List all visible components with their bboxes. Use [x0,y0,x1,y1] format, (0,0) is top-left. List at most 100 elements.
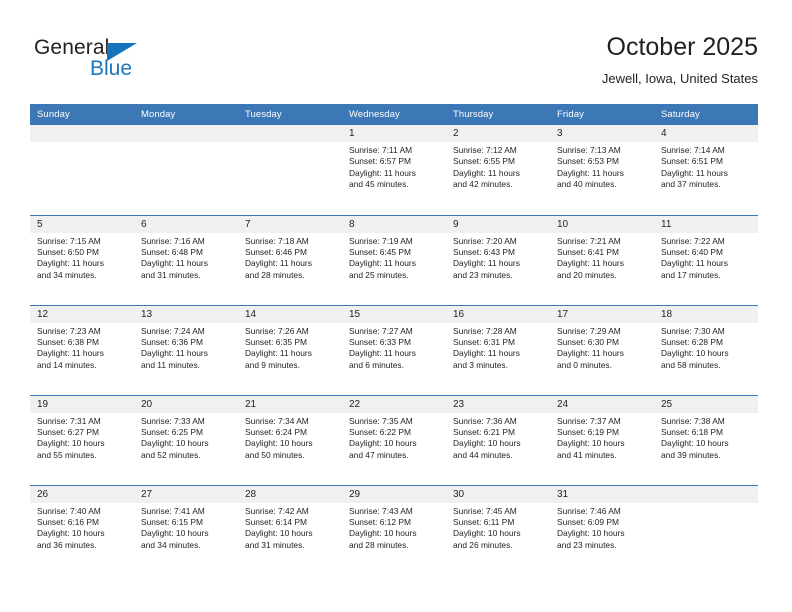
day-number: 2 [446,125,550,142]
day-sun-details: Sunrise: 7:35 AM Sunset: 6:22 PM Daylight:… [342,413,446,462]
day-detail-line: Sunset: 6:24 PM [245,426,307,437]
calendar-day-cell[interactable]: 16 Sunrise: 7:28 AM Sunset: 6:31 PM Dayligh… [446,304,550,395]
day-detail-line: Sunrise: 7:22 AM [661,235,725,246]
day-number: 9 [446,215,550,233]
calendar-day-cell[interactable]: 21 Sunrise: 7:34 AM Sunset: 6:24 PM Dayligh… [238,394,342,485]
day-detail-line: Sunrise: 7:26 AM [245,325,309,336]
day-detail-line: Sunrise: 7:41 AM [141,505,205,516]
day-detail-line: Daylight: 10 hours [661,348,729,359]
day-box: 14 Sunrise: 7:26 AM Sunset: 6:35 PM Dayligh… [238,305,342,395]
day-detail-line: and 47 minutes. [349,449,409,460]
page-header: General Blue October 2025 Jewell, Iowa, … [0,0,792,100]
calendar-day-cell[interactable]: 24 Sunrise: 7:37 AM Sunset: 6:19 PM Dayligh… [550,394,654,485]
day-sun-details: Sunrise: 7:19 AM Sunset: 6:45 PM Daylight:… [342,233,446,282]
day-detail-line: Daylight: 11 hours [349,167,416,178]
day-detail-line: and 44 minutes. [453,449,513,460]
day-sun-details: Sunrise: 7:15 AM Sunset: 6:50 PM Daylight:… [30,233,134,282]
calendar-day-cell[interactable]: 18 Sunrise: 7:30 AM Sunset: 6:28 PM Dayligh… [654,304,758,395]
calendar-week-row: 12 Sunrise: 7:23 AM Sunset: 6:38 PM Dayligh… [30,304,758,395]
calendar-day-cell[interactable]: 6 Sunrise: 7:16 AM Sunset: 6:48 PM Daylight… [134,214,238,305]
day-detail-line: Sunrise: 7:30 AM [661,325,725,336]
calendar-day-cell[interactable]: 22 Sunrise: 7:35 AM Sunset: 6:22 PM Dayligh… [342,394,446,485]
day-detail-line: Sunrise: 7:35 AM [349,415,413,426]
day-box: 23 Sunrise: 7:36 AM Sunset: 6:21 PM Dayligh… [446,395,550,485]
calendar-day-cell[interactable]: 11 Sunrise: 7:22 AM Sunset: 6:40 PM Dayligh… [654,214,758,305]
calendar-day-cell[interactable]: 20 Sunrise: 7:33 AM Sunset: 6:25 PM Dayligh… [134,394,238,485]
calendar-day-cell[interactable]: 9 Sunrise: 7:20 AM Sunset: 6:43 PM Daylight… [446,214,550,305]
calendar-day-cell[interactable]: 5 Sunrise: 7:15 AM Sunset: 6:50 PM Daylight… [30,214,134,305]
day-detail-line: and 39 minutes. [661,449,721,460]
calendar-day-cell[interactable]: 23 Sunrise: 7:36 AM Sunset: 6:21 PM Dayligh… [446,394,550,485]
calendar-day-cell[interactable]: 2 Sunrise: 7:12 AM Sunset: 6:55 PM Daylight… [446,125,550,215]
calendar-day-cell[interactable]: 27 Sunrise: 7:41 AM Sunset: 6:15 PM Dayligh… [134,484,238,575]
day-number [654,485,758,503]
day-sun-details: Sunrise: 7:41 AM Sunset: 6:15 PM Daylight:… [134,503,238,552]
calendar-day-cell[interactable]: 8 Sunrise: 7:19 AM Sunset: 6:45 PM Daylight… [342,214,446,305]
day-detail-line: and 31 minutes. [245,539,305,550]
day-detail-line: Daylight: 10 hours [245,528,313,539]
day-detail-line: Sunrise: 7:43 AM [349,505,413,516]
day-box: 9 Sunrise: 7:20 AM Sunset: 6:43 PM Daylight… [446,215,550,305]
day-detail-line: Sunset: 6:41 PM [557,246,619,257]
calendar-day-cell[interactable]: 3 Sunrise: 7:13 AM Sunset: 6:53 PM Daylight… [550,125,654,215]
day-box: 10 Sunrise: 7:21 AM Sunset: 6:41 PM Dayligh… [550,215,654,305]
calendar-day-cell[interactable]: 12 Sunrise: 7:23 AM Sunset: 6:38 PM Dayligh… [30,304,134,395]
day-number: 5 [30,215,134,233]
day-detail-line: and 41 minutes. [557,449,617,460]
day-detail-line: Sunset: 6:12 PM [349,516,411,527]
day-number: 14 [238,305,342,323]
day-box: 17 Sunrise: 7:29 AM Sunset: 6:30 PM Dayligh… [550,305,654,395]
generalblue-logo[interactable]: General Blue [34,36,214,86]
calendar-day-cell[interactable]: 28 Sunrise: 7:42 AM Sunset: 6:14 PM Dayligh… [238,484,342,575]
day-sun-details: Sunrise: 7:46 AM Sunset: 6:09 PM Daylight:… [550,503,654,552]
day-detail-line: and 14 minutes. [37,359,97,370]
calendar-day-cell[interactable]: 17 Sunrise: 7:29 AM Sunset: 6:30 PM Dayligh… [550,304,654,395]
calendar-day-cell[interactable]: 13 Sunrise: 7:24 AM Sunset: 6:36 PM Dayligh… [134,304,238,395]
day-detail-line: Daylight: 11 hours [557,348,624,359]
day-detail-line: Sunset: 6:28 PM [661,336,723,347]
day-number: 4 [654,125,758,142]
day-detail-line: Daylight: 11 hours [557,258,624,269]
calendar-day-cell[interactable]: 29 Sunrise: 7:43 AM Sunset: 6:12 PM Dayligh… [342,484,446,575]
day-detail-line: Sunset: 6:48 PM [141,246,203,257]
day-detail-line: and 26 minutes. [453,539,513,550]
calendar-day-cell[interactable]: 25 Sunrise: 7:38 AM Sunset: 6:18 PM Dayligh… [654,394,758,485]
day-sun-details: Sunrise: 7:16 AM Sunset: 6:48 PM Daylight:… [134,233,238,282]
day-detail-line: Sunset: 6:33 PM [349,336,411,347]
day-detail-line: Daylight: 11 hours [453,167,520,178]
calendar-day-cell[interactable]: 31 Sunrise: 7:46 AM Sunset: 6:09 PM Dayligh… [550,484,654,575]
day-box: 2 Sunrise: 7:12 AM Sunset: 6:55 PM Daylight… [446,125,550,215]
day-detail-line: Daylight: 10 hours [349,528,417,539]
calendar-day-cell-empty [134,125,238,215]
day-box: 20 Sunrise: 7:33 AM Sunset: 6:25 PM Dayligh… [134,395,238,485]
day-sun-details: Sunrise: 7:12 AM Sunset: 6:55 PM Daylight:… [446,142,550,191]
day-detail-line: Sunrise: 7:19 AM [349,235,413,246]
day-box: 25 Sunrise: 7:38 AM Sunset: 6:18 PM Dayligh… [654,395,758,485]
calendar-day-cell[interactable]: 7 Sunrise: 7:18 AM Sunset: 6:46 PM Daylight… [238,214,342,305]
calendar-day-cell[interactable]: 4 Sunrise: 7:14 AM Sunset: 6:51 PM Daylight… [654,125,758,215]
calendar-day-cell[interactable]: 30 Sunrise: 7:45 AM Sunset: 6:11 PM Dayligh… [446,484,550,575]
day-sun-details: Sunrise: 7:14 AM Sunset: 6:51 PM Daylight:… [654,142,758,191]
day-detail-line: Sunset: 6:51 PM [661,156,723,167]
weekday-header-friday: Friday [550,104,654,125]
day-detail-line: Sunrise: 7:12 AM [453,145,517,155]
day-number: 31 [550,485,654,503]
calendar-day-cell[interactable]: 15 Sunrise: 7:27 AM Sunset: 6:33 PM Dayligh… [342,304,446,395]
calendar-day-cell[interactable]: 26 Sunrise: 7:40 AM Sunset: 6:16 PM Dayligh… [30,484,134,575]
day-number: 28 [238,485,342,503]
day-detail-line: and 23 minutes. [557,539,617,550]
calendar-day-cell[interactable]: 1 Sunrise: 7:11 AM Sunset: 6:57 PM Daylight… [342,125,446,215]
day-number: 8 [342,215,446,233]
day-detail-line: and 52 minutes. [141,449,201,460]
day-box: 11 Sunrise: 7:22 AM Sunset: 6:40 PM Dayligh… [654,215,758,305]
weekday-header-row: Sunday Monday Tuesday Wednesday Thursday Frid… [30,104,758,125]
day-detail-line: Daylight: 11 hours [141,348,208,359]
day-number: 27 [134,485,238,503]
calendar-day-cell[interactable]: 19 Sunrise: 7:31 AM Sunset: 6:27 PM Dayligh… [30,394,134,485]
day-box: 6 Sunrise: 7:16 AM Sunset: 6:48 PM Daylight… [134,215,238,305]
day-detail-line: Daylight: 10 hours [245,438,313,449]
calendar-day-cell[interactable]: 14 Sunrise: 7:26 AM Sunset: 6:35 PM Dayligh… [238,304,342,395]
day-detail-line: Sunset: 6:30 PM [557,336,619,347]
day-detail-line: and 0 minutes. [557,359,612,370]
calendar-day-cell[interactable]: 10 Sunrise: 7:21 AM Sunset: 6:41 PM Dayligh… [550,214,654,305]
